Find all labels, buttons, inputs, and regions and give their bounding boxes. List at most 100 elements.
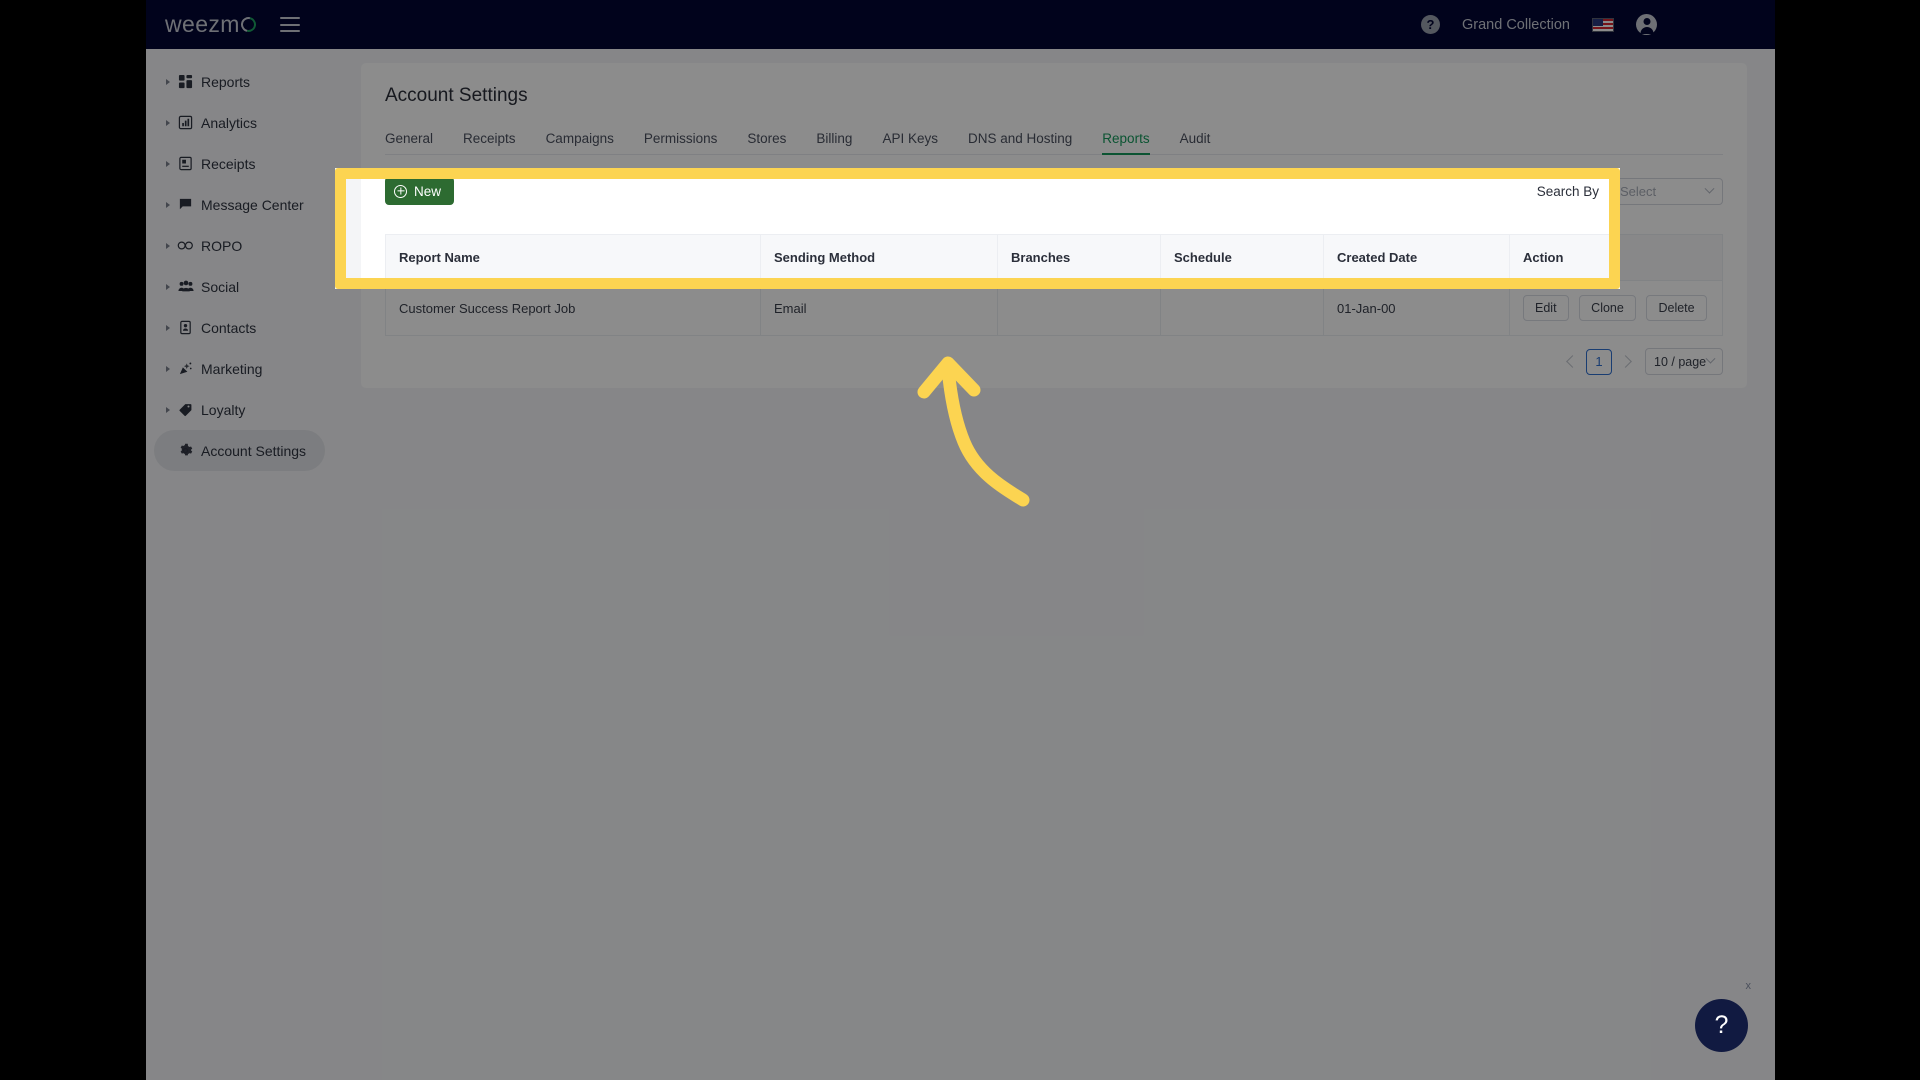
chevron-right-icon xyxy=(166,160,170,167)
tab-reports[interactable]: Reports xyxy=(1102,131,1150,155)
search-by-placeholder: Select xyxy=(1620,183,1657,199)
chevron-right-icon xyxy=(166,201,170,208)
column-header-branches: Branches xyxy=(997,234,1161,281)
sidebar-item-reports[interactable]: Reports xyxy=(154,61,325,102)
reports-table-wrapper: Report Name Sending Method Branches Sche… xyxy=(385,234,1723,336)
hamburger-icon[interactable] xyxy=(279,17,300,32)
main-content: Account Settings General Receipts Campai… xyxy=(333,49,1775,1080)
chevron-right-icon xyxy=(166,324,170,331)
column-header-action: Action xyxy=(1509,234,1723,281)
settings-tabs: General Receipts Campaigns Permissions S… xyxy=(385,131,1723,155)
sidebar-item-label: Account Settings xyxy=(201,442,307,459)
page-size-select[interactable]: 10 / page xyxy=(1645,348,1723,375)
pagination: 1 10 / page xyxy=(1566,348,1723,375)
tab-dns-and-hosting[interactable]: DNS and Hosting xyxy=(968,131,1072,155)
chevron-right-icon[interactable] xyxy=(1619,355,1632,368)
chevron-right-icon xyxy=(166,242,170,249)
dashboard-grid-icon xyxy=(177,73,194,90)
new-button[interactable]: New xyxy=(385,177,455,205)
account-name[interactable]: Grand Collection xyxy=(1462,17,1570,33)
top-navbar: weezm ? Grand Collection xyxy=(146,0,1775,49)
tag-icon xyxy=(177,401,194,418)
message-flag-icon xyxy=(177,196,194,213)
cell-report-name: Customer Success Report Job xyxy=(385,280,761,336)
sidebar-item-label: ROPO xyxy=(201,237,243,254)
gear-icon xyxy=(177,442,194,459)
sidebar-item-contacts[interactable]: Contacts xyxy=(154,307,325,348)
help-icon[interactable]: ? xyxy=(1421,15,1440,34)
chevron-right-icon xyxy=(166,365,170,372)
cell-branches xyxy=(997,280,1161,336)
column-header-created-date: Created Date xyxy=(1323,234,1510,281)
chevron-down-icon xyxy=(1704,183,1715,194)
sidebar-item-label: Analytics xyxy=(201,114,258,131)
chevron-right-icon xyxy=(166,119,170,126)
column-header-report-name: Report Name xyxy=(385,234,761,281)
table-header-row: Report Name Sending Method Branches Sche… xyxy=(385,234,1723,281)
settings-card: Account Settings General Receipts Campai… xyxy=(361,63,1747,388)
table-row[interactable]: Customer Success Report Job Email 01-Jan… xyxy=(385,280,1723,336)
tab-stores[interactable]: Stores xyxy=(747,131,786,155)
cell-actions: Edit Clone Delete xyxy=(1509,280,1723,336)
navbar-right-group: ? Grand Collection xyxy=(1421,14,1657,35)
cell-created-date: 01-Jan-00 xyxy=(1323,280,1510,336)
sidebar-item-label: Marketing xyxy=(201,360,263,377)
contact-card-icon xyxy=(177,319,194,336)
search-by-group: Search By Select xyxy=(1536,177,1723,205)
help-widget-close[interactable]: x xyxy=(1746,980,1752,992)
bar-chart-icon xyxy=(177,114,194,131)
sidebar-item-label: Reports xyxy=(201,73,251,90)
new-button-label: New xyxy=(414,183,442,199)
chevron-right-icon xyxy=(166,78,170,85)
chevron-right-icon xyxy=(166,283,170,290)
sidebar-item-loyalty[interactable]: Loyalty xyxy=(154,389,325,430)
sidebar-item-ropo[interactable]: ROPO xyxy=(154,225,325,266)
cell-sending-method: Email xyxy=(760,280,998,336)
sidebar-item-social[interactable]: Social xyxy=(154,266,325,307)
tab-campaigns[interactable]: Campaigns xyxy=(546,131,614,155)
tab-billing[interactable]: Billing xyxy=(816,131,852,155)
tab-general[interactable]: General xyxy=(385,131,433,155)
sidebar-item-label: Message Center xyxy=(201,196,304,213)
logo-text: weezm xyxy=(165,11,240,37)
infinity-icon xyxy=(177,237,194,254)
tab-receipts[interactable]: Receipts xyxy=(463,131,516,155)
chevron-left-icon[interactable] xyxy=(1566,355,1579,368)
megaphone-icon xyxy=(177,360,194,377)
search-by-select[interactable]: Select xyxy=(1610,177,1723,205)
user-avatar-icon[interactable] xyxy=(1636,14,1657,35)
clone-button[interactable]: Clone xyxy=(1579,295,1636,321)
us-flag-icon[interactable] xyxy=(1592,17,1614,32)
table-header: Report Name Sending Method Branches Sche… xyxy=(385,234,1723,281)
delete-button[interactable]: Delete xyxy=(1646,295,1707,321)
sidebar-item-label: Contacts xyxy=(201,319,257,336)
tab-permissions[interactable]: Permissions xyxy=(644,131,718,155)
search-by-label: Search By xyxy=(1536,183,1599,199)
sidebar-nav: Reports Analytics Receipts Message Cente… xyxy=(146,49,333,1080)
tab-api-keys[interactable]: API Keys xyxy=(882,131,938,155)
page-size-label: 10 / page xyxy=(1654,354,1707,369)
receipt-icon xyxy=(177,155,194,172)
help-widget-button[interactable]: ? xyxy=(1695,999,1748,1052)
table-body: Customer Success Report Job Email 01-Jan… xyxy=(385,280,1723,336)
sidebar-item-analytics[interactable]: Analytics xyxy=(154,102,325,143)
sidebar-item-receipts[interactable]: Receipts xyxy=(154,143,325,184)
sidebar-item-label: Receipts xyxy=(201,155,256,172)
chevron-down-icon xyxy=(1705,353,1716,364)
sidebar-item-marketing[interactable]: Marketing xyxy=(154,348,325,389)
people-group-icon xyxy=(177,278,194,295)
table-toolbar: New Search By Select xyxy=(385,177,1723,205)
page-title: Account Settings xyxy=(385,85,528,106)
sidebar-item-message-center[interactable]: Message Center xyxy=(154,184,325,225)
page-number-1[interactable]: 1 xyxy=(1586,348,1612,375)
logo-o-mark xyxy=(238,14,259,35)
column-header-sending-method: Sending Method xyxy=(760,234,998,281)
plus-circle-icon xyxy=(394,184,407,198)
tab-audit[interactable]: Audit xyxy=(1180,131,1211,155)
app-stage: weezm ? Grand Collection Reports Analyti… xyxy=(146,0,1775,1080)
sidebar-item-label: Loyalty xyxy=(201,401,246,418)
weezmo-logo[interactable]: weezm xyxy=(165,11,259,38)
chevron-right-icon xyxy=(166,406,170,413)
sidebar-item-account-settings[interactable]: Account Settings xyxy=(154,430,325,471)
edit-button[interactable]: Edit xyxy=(1523,295,1569,321)
